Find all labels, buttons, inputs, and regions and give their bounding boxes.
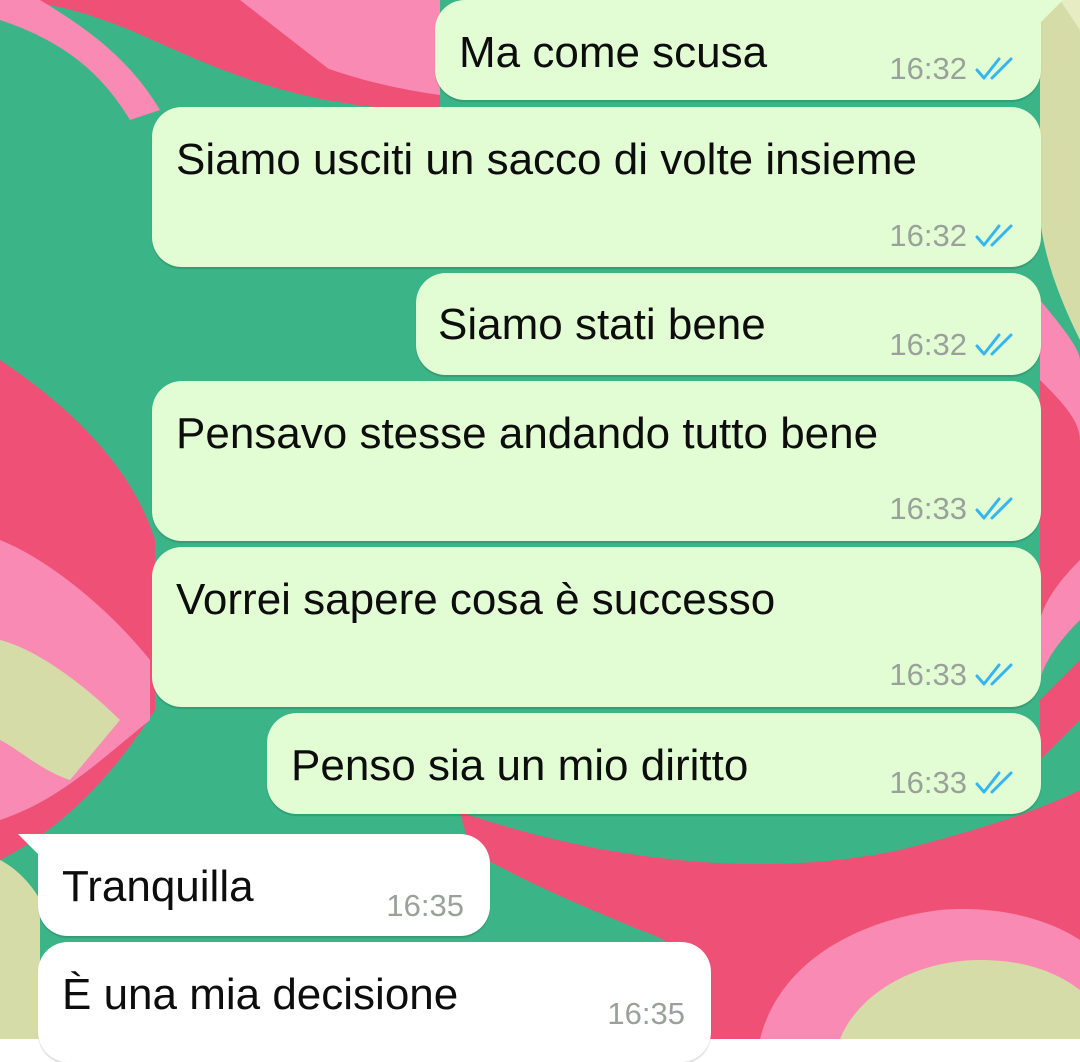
message-bubble-incoming[interactable]: È una mia decisione 16:35 xyxy=(38,942,711,1062)
message-time: 16:35 xyxy=(607,996,685,1031)
message-bubble-outgoing[interactable]: Siamo usciti un sacco di volte insieme 1… xyxy=(152,107,1041,267)
message-text: Siamo usciti un sacco di volte insieme xyxy=(176,135,917,184)
message-text: Tranquilla xyxy=(62,862,254,911)
double-check-read-icon xyxy=(975,333,1013,355)
message-bubble-outgoing[interactable]: Ma come scusa 16:32 xyxy=(435,0,1063,100)
message-text: Penso sia un mio diritto xyxy=(291,741,749,790)
double-check-read-icon xyxy=(975,663,1013,685)
message-meta: 16:32 xyxy=(889,329,1019,360)
message-meta: 16:35 xyxy=(386,890,464,921)
double-check-read-icon xyxy=(975,497,1013,519)
message-meta: 16:33 xyxy=(889,659,1019,690)
double-check-read-icon xyxy=(975,771,1013,793)
message-meta: 16:35 xyxy=(607,998,685,1029)
message-time: 16:32 xyxy=(889,218,967,253)
message-time: 16:35 xyxy=(386,888,464,923)
message-text: Ma come scusa xyxy=(459,28,768,77)
double-check-read-icon xyxy=(975,57,1013,79)
bubble-tail xyxy=(1041,0,1063,22)
message-meta: 16:32 xyxy=(889,53,1019,84)
message-time: 16:33 xyxy=(889,491,967,526)
message-text: Siamo stati bene xyxy=(438,300,766,349)
message-text: Pensavo stesse andando tutto bene xyxy=(176,409,879,458)
double-check-read-icon xyxy=(975,224,1013,246)
bubble-tail xyxy=(18,834,40,856)
message-bubble-outgoing[interactable]: Penso sia un mio diritto 16:33 xyxy=(267,713,1041,814)
message-text: È una mia decisione xyxy=(62,970,459,1019)
message-meta: 16:33 xyxy=(889,493,1019,524)
message-meta: 16:32 xyxy=(889,220,1019,251)
message-time: 16:33 xyxy=(889,765,967,800)
message-bubble-incoming[interactable]: Tranquilla 16:35 xyxy=(18,834,490,936)
message-time: 16:32 xyxy=(889,327,967,362)
message-time: 16:32 xyxy=(889,51,967,86)
message-bubble-outgoing[interactable]: Siamo stati bene 16:32 xyxy=(416,273,1041,375)
message-bubble-outgoing[interactable]: Pensavo stesse andando tutto bene 16:33 xyxy=(152,381,1041,541)
message-meta: 16:33 xyxy=(889,767,1019,798)
message-bubble-outgoing[interactable]: Vorrei sapere cosa è successo 16:33 xyxy=(152,547,1041,707)
message-time: 16:33 xyxy=(889,657,967,692)
message-text: Vorrei sapere cosa è successo xyxy=(176,575,776,624)
